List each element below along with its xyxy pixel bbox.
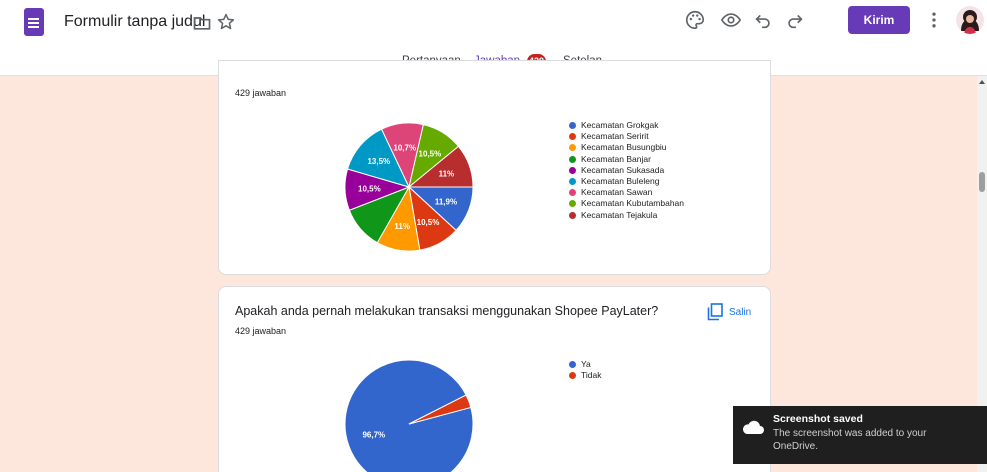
undo-icon[interactable] xyxy=(752,9,774,31)
scroll-up-arrow-icon[interactable] xyxy=(978,78,986,86)
forms-app-icon[interactable] xyxy=(24,8,44,36)
chart-legend: Ya Tidak xyxy=(569,359,601,381)
avatar-image xyxy=(956,6,984,34)
form-title[interactable]: Formulir tanpa judul xyxy=(64,13,205,31)
legend-color-dot xyxy=(569,122,576,129)
legend-item[interactable]: Kecamatan Tejakula xyxy=(569,210,684,221)
legend-label: Tidak xyxy=(581,370,602,381)
chart-legend: Kecamatan Grokgak Kecamatan Seririt Kecama… xyxy=(569,120,684,221)
legend-label: Kecamatan Sukasada xyxy=(581,164,665,175)
palette-icon[interactable] xyxy=(684,9,706,31)
legend-color-dot xyxy=(569,166,576,174)
legend-label: Kecamatan Seririt xyxy=(581,131,649,142)
legend-label: Ya xyxy=(581,359,591,369)
legend-label: Kecamatan Grokgak xyxy=(581,120,659,130)
list-line xyxy=(30,26,39,28)
legend-color-dot xyxy=(569,211,576,219)
legend-item[interactable]: Kecamatan Kubutambahan xyxy=(569,198,684,209)
pie-slice[interactable] xyxy=(344,359,474,472)
scroll-thumb[interactable] xyxy=(979,172,985,192)
legend-color-dot xyxy=(569,361,576,368)
pie-chart: 11,9%10,5%11%10,5%13,5%10,7%10,5%11% xyxy=(344,122,474,252)
pie-slice-label: 10,5% xyxy=(358,185,381,194)
redo-icon[interactable] xyxy=(784,9,806,31)
cloud-icon xyxy=(742,420,764,434)
legend-color-dot xyxy=(569,200,576,208)
avatar[interactable] xyxy=(956,6,984,34)
response-summary-card: Apakah anda pernah melakukan transaksi m… xyxy=(218,286,771,472)
pie-slice-label: 10,5% xyxy=(419,149,442,158)
pie-slice-label: 11% xyxy=(439,170,455,179)
legend-label: Kecamatan Busungbiu xyxy=(581,142,667,153)
legend-item[interactable]: Kecamatan Grokgak xyxy=(569,120,684,131)
pie-slice-label: 13,5% xyxy=(367,157,390,166)
legend-color-dot xyxy=(569,144,576,152)
more-vert-icon[interactable] xyxy=(924,10,944,30)
response-summary-card: 429 jawaban 11,9% 10,5% 11% 10,5% 13,5% 10,7%… xyxy=(218,60,771,275)
star-icon[interactable] xyxy=(216,12,236,32)
legend-item[interactable]: Kecamatan Sukasada xyxy=(569,165,684,176)
toast-message: The screenshot was added to your OneDriv… xyxy=(773,428,927,452)
legend-item[interactable]: Ya xyxy=(569,359,601,370)
send-button[interactable]: Kirim xyxy=(848,6,910,34)
legend-label: Kecamatan Kubutambahan xyxy=(581,198,685,209)
legend-label: Kecamatan Sawan xyxy=(581,187,653,198)
preview-eye-icon[interactable] xyxy=(720,9,742,31)
pie-chart: 96,7% xyxy=(344,359,474,472)
pie-slice-label: 10,5% xyxy=(417,218,440,227)
folder-icon[interactable] xyxy=(192,13,212,33)
legend-color-dot xyxy=(569,155,576,163)
onedrive-notification-toast[interactable]: Screenshot saved The screenshot was adde… xyxy=(733,406,987,464)
toast-title: Screenshot saved xyxy=(773,413,863,425)
legend-item[interactable]: Kecamatan Busungbiu xyxy=(569,142,684,153)
legend-item[interactable]: Tidak xyxy=(569,370,601,381)
legend-color-dot xyxy=(569,177,576,185)
legend-color-dot xyxy=(569,189,576,197)
list-line xyxy=(30,18,39,20)
pie-slice-label: 11% xyxy=(394,222,410,231)
pie-slice-label: 10,7% xyxy=(393,144,416,153)
pie-slice-label: 96,7% xyxy=(362,430,385,439)
legend-item[interactable]: Kecamatan Seririt xyxy=(569,131,684,142)
pie-slice-label: 11,9% xyxy=(435,197,457,206)
legend-item[interactable]: Kecamatan Banjar xyxy=(569,154,684,165)
legend-label: Kecamatan Buleleng xyxy=(581,175,660,186)
legend-item[interactable]: Kecamatan Sawan xyxy=(569,187,684,198)
legend-color-dot xyxy=(569,133,576,141)
legend-label: Kecamatan Banjar xyxy=(581,153,651,164)
legend-label: Kecamatan Tejakula xyxy=(581,209,658,220)
legend-item[interactable]: Kecamatan Buleleng xyxy=(569,176,684,187)
list-line xyxy=(30,22,39,24)
legend-color-dot xyxy=(569,372,576,380)
top-app-bar: Formulir tanpa judul Kirim xyxy=(0,0,987,46)
